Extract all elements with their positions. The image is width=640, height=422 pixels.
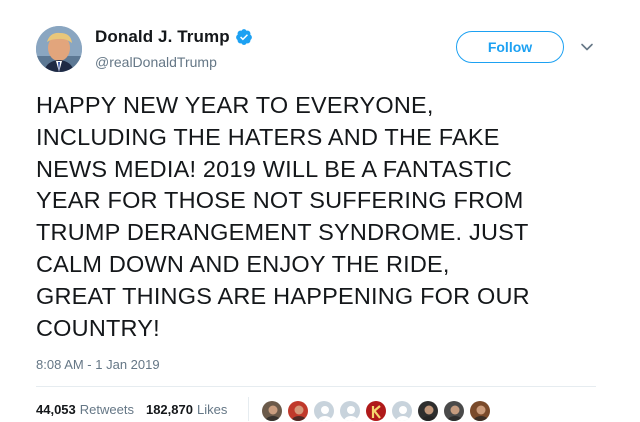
tweet-card: Donald J. Trump @realDonaldTrump Follow … <box>0 0 640 422</box>
tweet-timestamp[interactable]: 8:08 AM - 1 Jan 2019 <box>36 357 160 372</box>
user-avatar-icon[interactable] <box>469 400 491 422</box>
retweets-label: Retweets <box>79 402 134 417</box>
user-avatar-icon[interactable] <box>417 400 439 422</box>
tweet-text: HAPPY NEW YEAR TO EVERYONE, INCLUDING TH… <box>36 90 606 344</box>
author-name-row[interactable]: Donald J. Trump <box>95 27 253 47</box>
default-egg-icon[interactable] <box>339 400 361 422</box>
author-display-name[interactable]: Donald J. Trump <box>95 27 230 47</box>
retweets-count: 44,053 <box>36 402 76 417</box>
user-avatar-icon[interactable] <box>261 400 283 422</box>
tweet-text-line: GREAT THINGS ARE HAPPENING FOR OUR <box>36 282 530 309</box>
likes-stat[interactable]: 182,870 Likes <box>146 402 227 417</box>
tweet-text-line: CALM DOWN AND ENJOY THE RIDE, <box>36 250 450 277</box>
tweet-text-line: HAPPY NEW YEAR TO EVERYONE, <box>36 92 434 118</box>
default-egg-icon[interactable] <box>313 400 335 422</box>
liker-avatars <box>261 400 495 422</box>
tweet-text-line: COUNTRY! <box>36 314 160 341</box>
divider <box>36 386 596 387</box>
likes-label: Likes <box>196 402 228 417</box>
tweet-stats: 44,053 Retweets 182,870 Likes <box>36 402 239 417</box>
chevron-down-icon[interactable] <box>580 40 594 54</box>
verified-badge-icon <box>235 28 253 46</box>
user-avatar-icon[interactable] <box>287 400 309 422</box>
profile-avatar[interactable] <box>36 26 82 72</box>
follow-button[interactable]: Follow <box>456 31 564 63</box>
stats-separator <box>248 397 249 421</box>
tweet-text-line: YEAR FOR THOSE NOT SUFFERING FROM <box>36 187 524 214</box>
likes-count: 182,870 <box>145 402 193 417</box>
retweets-stat[interactable]: 44,053 Retweets <box>36 402 134 417</box>
default-egg-icon[interactable] <box>391 400 413 422</box>
letter-k-icon[interactable] <box>365 400 387 422</box>
tweet-text-line: TRUMP DERANGEMENT SYNDROME. JUST <box>36 219 529 246</box>
user-avatar-icon[interactable] <box>443 400 465 422</box>
tweet-text-line: NEWS MEDIA! 2019 WILL BE A FANTASTIC <box>36 155 513 182</box>
author-handle[interactable]: @realDonaldTrump <box>95 54 217 70</box>
tweet-text-line: INCLUDING THE HATERS AND THE FAKE <box>36 123 500 150</box>
profile-photo-icon <box>36 26 82 72</box>
